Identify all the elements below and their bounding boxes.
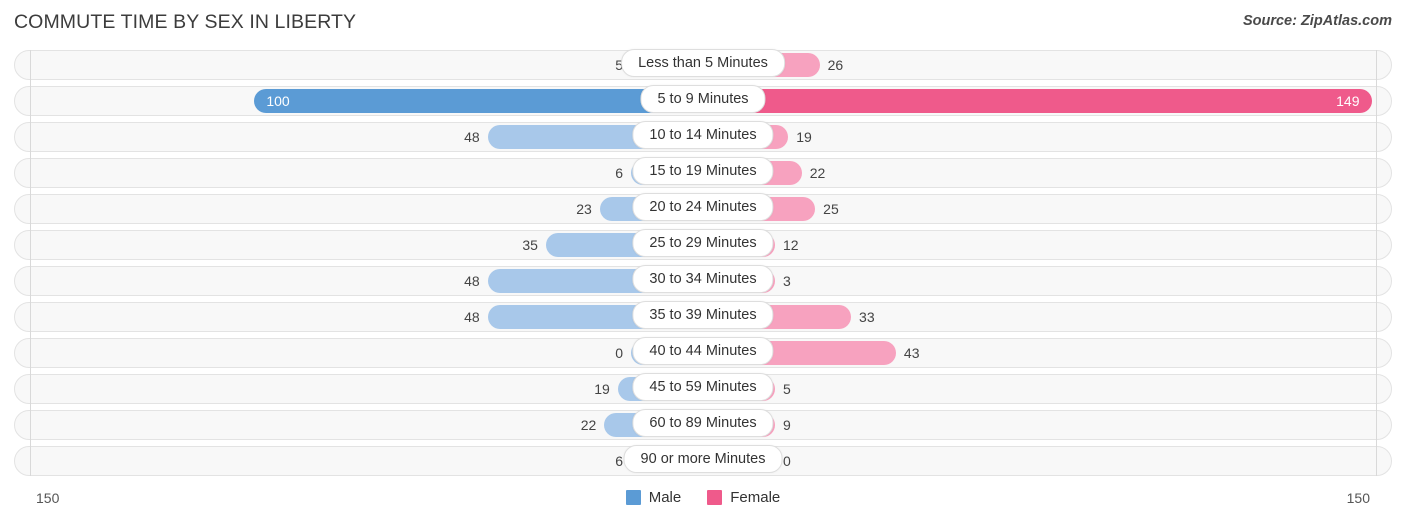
category-label: 90 or more Minutes <box>623 445 783 473</box>
female-value-label: 149 <box>1336 93 1360 109</box>
category-label: 25 to 29 Minutes <box>632 229 774 257</box>
female-half: 33 <box>703 305 1376 329</box>
bar-row: 0 43 40 to 44 Minutes <box>0 337 1406 368</box>
legend-item-male[interactable]: Male <box>625 489 682 506</box>
chart-plot-area: 5 26 Less than 5 Minutes 100 149 5 to 9 Minut… <box>0 49 1406 482</box>
male-value-label: 6 <box>615 453 623 469</box>
legend-item-female[interactable]: Female <box>707 489 780 506</box>
bar-row: 48 19 10 to 14 Minutes <box>0 121 1406 152</box>
female-value-label: 5 <box>783 381 791 397</box>
male-half: 23 <box>30 197 703 221</box>
male-half: 19 <box>30 377 703 401</box>
female-value-label: 25 <box>823 201 839 217</box>
female-value-label: 3 <box>783 273 791 289</box>
bar-row: 35 12 25 to 29 Minutes <box>0 229 1406 260</box>
female-value-label: 33 <box>859 309 875 325</box>
female-half: 9 <box>703 413 1376 437</box>
male-half: 5 <box>30 53 703 77</box>
bar-row: 5 26 Less than 5 Minutes <box>0 49 1406 80</box>
legend-label: Male <box>648 489 682 506</box>
category-label: 35 to 39 Minutes <box>632 301 774 329</box>
male-value-label: 22 <box>580 417 597 433</box>
female-value-label: 9 <box>783 417 791 433</box>
category-label: Less than 5 Minutes <box>621 49 785 77</box>
female-value-label: 22 <box>809 165 826 181</box>
male-value-label: 0 <box>615 345 623 361</box>
category-label: 45 to 59 Minutes <box>632 373 774 401</box>
female-half: 3 <box>703 269 1376 293</box>
legend-swatch-icon <box>707 490 723 505</box>
female-bar[interactable]: 149 <box>703 89 1372 113</box>
category-label: 20 to 24 Minutes <box>632 193 774 221</box>
male-value-label: 6 <box>615 165 623 181</box>
male-value-label: 23 <box>576 201 592 217</box>
category-label: 15 to 19 Minutes <box>632 157 774 185</box>
bar-row: 6 0 90 or more Minutes <box>0 445 1406 476</box>
female-half: 12 <box>703 233 1376 257</box>
male-value-label: 19 <box>594 381 610 397</box>
bar-rows: 5 26 Less than 5 Minutes 100 149 5 to 9 Minut… <box>0 49 1406 482</box>
male-half: 35 <box>30 233 703 257</box>
chart-page: COMMUTE TIME BY SEX IN LIBERTY Source: Z… <box>0 0 1406 523</box>
male-half: 22 <box>30 413 703 437</box>
category-label: 5 to 9 Minutes <box>640 85 766 113</box>
female-half: 149 <box>703 89 1376 113</box>
male-value-label: 48 <box>464 273 480 289</box>
chart-legend: Male Female <box>0 489 1406 506</box>
chart-header: COMMUTE TIME BY SEX IN LIBERTY Source: Z… <box>0 0 1406 46</box>
bar-row: 22 9 60 to 89 Minutes <box>0 409 1406 440</box>
source-attribution: Source: ZipAtlas.com <box>1242 13 1392 29</box>
male-bar[interactable]: 100 <box>254 89 703 113</box>
female-half: 0 <box>703 449 1376 473</box>
male-value-label: 48 <box>464 129 480 145</box>
category-label: 40 to 44 Minutes <box>632 337 774 365</box>
female-value-label: 12 <box>783 237 799 253</box>
bar-row: 23 25 20 to 24 Minutes <box>0 193 1406 224</box>
female-half: 5 <box>703 377 1376 401</box>
male-half: 0 <box>30 341 703 365</box>
bar-row: 100 149 5 to 9 Minutes <box>0 85 1406 116</box>
male-value-label: 100 <box>266 93 290 109</box>
bar-row: 48 33 35 to 39 Minutes <box>0 301 1406 332</box>
axis-line-left <box>30 50 31 476</box>
category-label: 30 to 34 Minutes <box>632 265 774 293</box>
male-half: 6 <box>30 161 703 185</box>
category-label: 10 to 14 Minutes <box>632 121 774 149</box>
male-half: 48 <box>30 125 703 149</box>
female-value-label: 26 <box>827 57 844 73</box>
legend-swatch-icon <box>625 490 641 505</box>
female-half: 19 <box>703 125 1376 149</box>
female-value-label: 19 <box>796 129 812 145</box>
bar-row: 6 22 15 to 19 Minutes <box>0 157 1406 188</box>
page-title: COMMUTE TIME BY SEX IN LIBERTY <box>14 11 357 33</box>
chart-footer: 150 150 Male Female <box>0 484 1406 523</box>
male-half: 48 <box>30 269 703 293</box>
male-value-label: 48 <box>464 309 480 325</box>
male-value-label: 35 <box>522 237 538 253</box>
bar-row: 48 3 30 to 34 Minutes <box>0 265 1406 296</box>
female-value-label: 43 <box>903 345 920 361</box>
legend-label: Female <box>730 489 781 506</box>
male-half: 6 <box>30 449 703 473</box>
male-half: 48 <box>30 305 703 329</box>
female-half: 25 <box>703 197 1376 221</box>
bar-row: 19 5 45 to 59 Minutes <box>0 373 1406 404</box>
category-label: 60 to 89 Minutes <box>632 409 774 437</box>
female-value-label: 0 <box>783 453 791 469</box>
female-half: 26 <box>703 53 1376 77</box>
female-half: 22 <box>703 161 1376 185</box>
male-half: 100 <box>30 89 703 113</box>
female-half: 43 <box>703 341 1376 365</box>
axis-line-right <box>1376 50 1377 476</box>
